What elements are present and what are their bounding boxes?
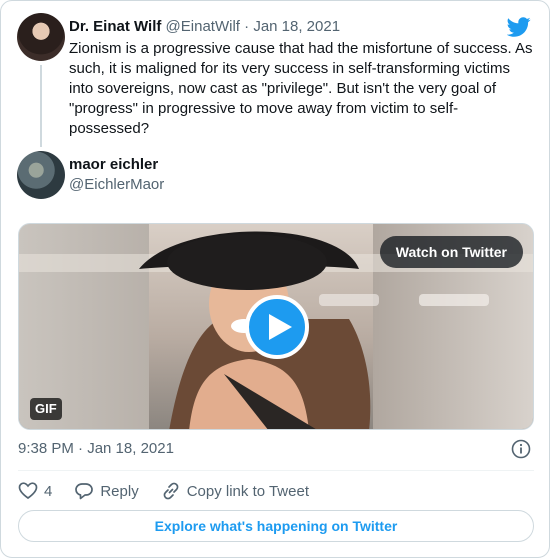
quoted-separator: · [244, 18, 250, 35]
copy-link-action[interactable]: Copy link to Tweet [161, 481, 309, 501]
reply-label: Reply [100, 482, 139, 500]
gif-badge: GIF [30, 398, 62, 420]
like-action[interactable]: 4 [18, 481, 52, 501]
tweet-timestamp[interactable]: 9:38 PM · Jan 18, 2021 [18, 439, 174, 459]
reply-icon [75, 483, 94, 500]
copy-link-label: Copy link to Tweet [186, 482, 309, 500]
quoted-author-handle[interactable]: @EinatWilf [166, 18, 240, 35]
gif-media[interactable]: Watch on Twitter GIF [18, 223, 534, 430]
play-icon [269, 314, 292, 340]
quoted-tweet-header: Dr. Einat Wilf @EinatWilf · Jan 18, 2021 [69, 17, 340, 37]
like-count: 4 [44, 482, 53, 500]
info-icon[interactable] [511, 439, 531, 459]
maor-eichler-avatar[interactable] [17, 151, 65, 199]
actions-divider [18, 470, 534, 471]
thread-connector-line [40, 65, 42, 147]
einat-wilf-avatar[interactable] [17, 13, 65, 61]
quoted-author-name[interactable]: Dr. Einat Wilf [69, 18, 161, 35]
author-name[interactable]: maor eichler [69, 155, 158, 175]
twitter-bird-icon[interactable] [507, 15, 531, 39]
tweet-embed-card: Dr. Einat Wilf @EinatWilf · Jan 18, 2021… [0, 0, 550, 558]
quoted-date[interactable]: Jan 18, 2021 [253, 18, 340, 35]
play-button[interactable] [245, 295, 309, 359]
tweet-actions: 4 Reply Copy link to Tweet [18, 479, 331, 503]
watch-on-twitter-button[interactable]: Watch on Twitter [379, 236, 523, 268]
reply-action[interactable]: Reply [74, 481, 139, 501]
quoted-tweet-text: Zionism is a progressive cause that had … [69, 40, 533, 137]
explore-twitter-button[interactable]: Explore what's happening on Twitter [18, 510, 534, 542]
heart-icon [18, 482, 38, 500]
link-icon [163, 482, 179, 500]
author-handle[interactable]: @EichlerMaor [69, 175, 164, 195]
